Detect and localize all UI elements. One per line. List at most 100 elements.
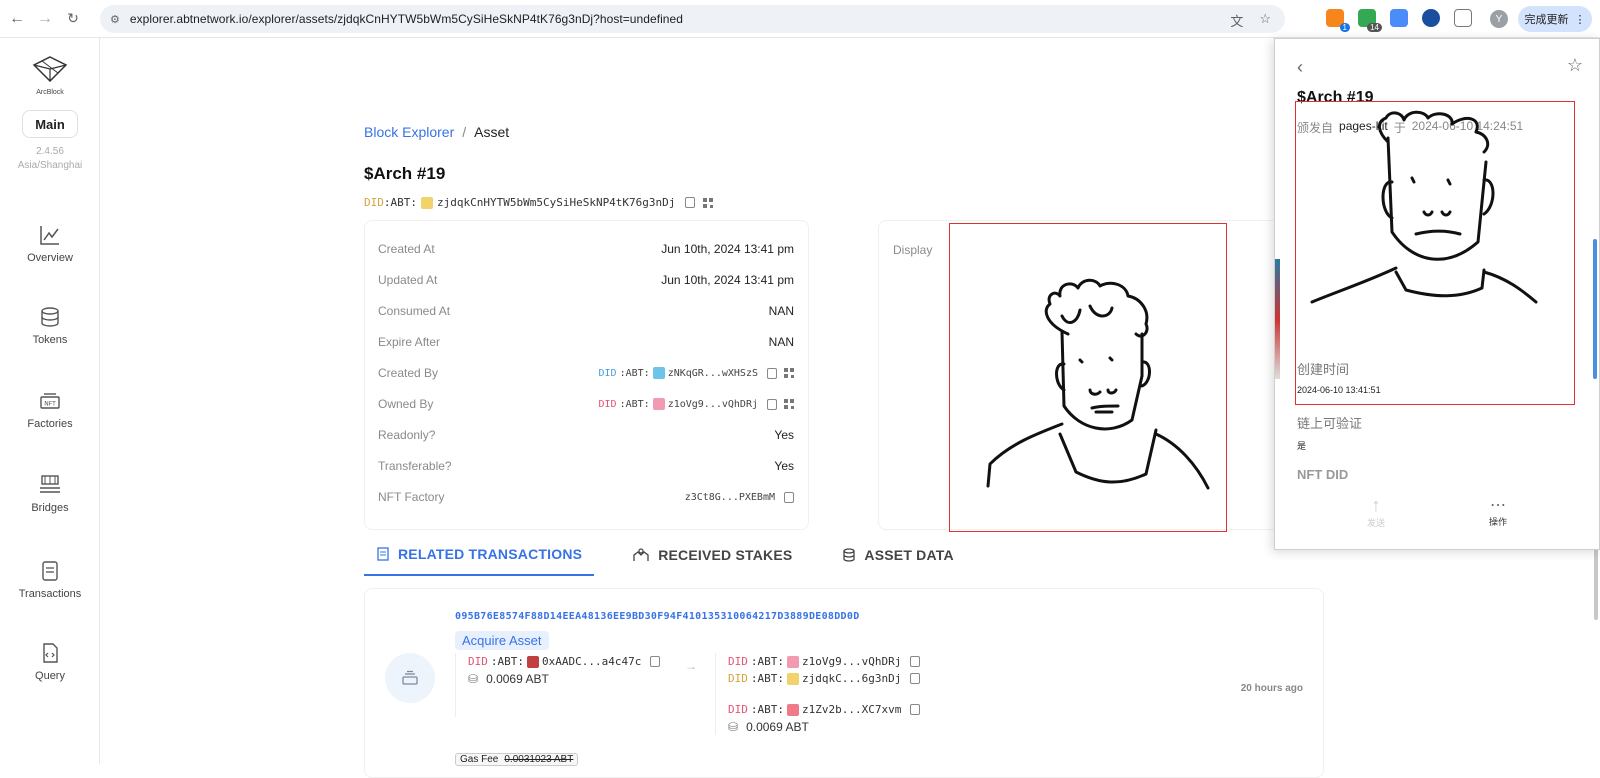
- extensions-tray: 1 14: [1326, 9, 1472, 32]
- profile-avatar[interactable]: Y: [1490, 10, 1508, 28]
- breadcrumb-current: Asset: [474, 124, 510, 140]
- wallet-extension-icon[interactable]: 14: [1358, 9, 1382, 32]
- svg-text:NFT: NFT: [44, 401, 56, 408]
- send-button[interactable]: ↑ 发送: [1367, 495, 1385, 529]
- qr-code-icon[interactable]: [784, 399, 794, 409]
- copy-icon[interactable]: [910, 704, 921, 715]
- verifiable-value: 是: [1297, 441, 1307, 451]
- did-avatar-icon: [787, 703, 799, 716]
- detail-row-consumed-at: Consumed At NAN: [378, 304, 794, 318]
- transaction-time: 20 hours ago: [1240, 683, 1303, 694]
- sidebar-item-bridges[interactable]: Bridges: [0, 474, 100, 514]
- sender-address[interactable]: 0xAADC...a4c47c: [542, 655, 641, 668]
- more-dots-icon: ⋯: [1489, 497, 1506, 514]
- created-time-value: 2024-06-10 13:41:51: [1297, 385, 1381, 395]
- sidebar-item-query[interactable]: Query: [0, 642, 100, 682]
- arrow-up-icon: ↑: [1371, 495, 1381, 515]
- did-chain: :ABT:: [383, 196, 417, 209]
- factory-address[interactable]: z3Ct8G...PXEBmM: [685, 492, 775, 503]
- popup-scrollbar[interactable]: [1593, 239, 1597, 379]
- detail-row-created-at: Created At Jun 10th, 2024 13:41 pm: [378, 242, 794, 256]
- did-avatar-icon: [652, 367, 665, 379]
- update-button[interactable]: 完成更新 ⋮: [1518, 6, 1592, 32]
- copy-icon[interactable]: [910, 673, 921, 684]
- chart-line-icon: [40, 226, 59, 245]
- receipt-icon: [377, 547, 389, 561]
- tab-received-stakes[interactable]: RECEIVED STAKES: [620, 544, 804, 576]
- did-avatar-icon: [787, 672, 799, 685]
- browser-toolbar: ← → ↻ ⚙ explorer.abtnetwork.io/explorer/…: [0, 0, 1600, 38]
- back-arrow-icon[interactable]: ←: [6, 8, 28, 30]
- sidebar-item-label: Query: [35, 670, 65, 682]
- verifiable-label: 链上可验证: [1297, 416, 1363, 431]
- creator-did[interactable]: zNKqGR...wXHSzS: [668, 368, 758, 379]
- receiver-address[interactable]: z1oVg9...vQhDRj: [802, 655, 901, 668]
- sidebar-item-tokens[interactable]: Tokens: [0, 306, 100, 346]
- receiver-address[interactable]: z1Zv2b...XC7xvm: [802, 703, 901, 716]
- asset-did: DID:ABT: zjdqkCnHYTW5bWm5CySiHeSkNP4tK76…: [364, 196, 714, 209]
- nft-image[interactable]: [949, 223, 1227, 532]
- kebab-menu-icon: ⋮: [1574, 13, 1586, 26]
- url-text[interactable]: explorer.abtnetwork.io/explorer/assets/z…: [130, 12, 683, 26]
- arcblock-logo[interactable]: ArcBlock: [28, 56, 72, 96]
- transaction-sender: DID:ABT: 0xAADC...a4c47c ⛁ 0.0069 ABT: [455, 653, 665, 717]
- page-title: $Arch #19: [364, 164, 446, 183]
- receiver-address[interactable]: zjdqkC...6g3nDj: [802, 672, 901, 685]
- copy-icon[interactable]: [767, 398, 777, 410]
- did-avatar-icon: [527, 655, 539, 668]
- detail-row-owned-by: Owned By DID:ABT: z1oVg9...vQhDRj: [378, 394, 794, 414]
- qr-code-icon[interactable]: [784, 368, 794, 378]
- did-chain: :ABT:: [619, 367, 650, 379]
- transaction-type-badge: Acquire Asset: [455, 631, 549, 650]
- qr-code-icon[interactable]: [703, 197, 714, 208]
- breadcrumb-root-link[interactable]: Block Explorer: [364, 124, 454, 140]
- sidebar-item-overview[interactable]: Overview: [0, 224, 100, 264]
- owner-did[interactable]: z1oVg9...vQhDRj: [668, 399, 758, 410]
- bookmark-star-icon[interactable]: ☆: [1259, 11, 1271, 30]
- copy-icon[interactable]: [910, 656, 921, 667]
- window-extension-icon[interactable]: [1390, 9, 1408, 27]
- copy-icon[interactable]: [650, 656, 661, 667]
- actions-button[interactable]: ⋯ 操作: [1489, 495, 1507, 529]
- asset-display-card: Display: [878, 220, 1320, 532]
- tab-asset-data[interactable]: ASSET DATA: [830, 544, 965, 576]
- forward-arrow-icon[interactable]: →: [34, 8, 56, 30]
- did-avatar-icon: [787, 655, 799, 668]
- tab-related-transactions[interactable]: RELATED TRANSACTIONS: [364, 544, 595, 576]
- sidebar-item-label: Bridges: [31, 502, 69, 514]
- puzzle-extensions-icon[interactable]: [1454, 9, 1472, 27]
- asset-details-card: Created At Jun 10th, 2024 13:41 pm Updat…: [364, 220, 809, 530]
- detail-row-nft-factory: NFT Factory z3Ct8G...PXEBmM: [378, 487, 794, 507]
- transaction-receivers: DID:ABT: z1oVg9...vQhDRj DID:ABT: zjdqkC…: [715, 653, 975, 735]
- code-file-icon: [43, 643, 58, 663]
- chain-selector[interactable]: Main: [22, 110, 78, 138]
- database-icon: [843, 548, 856, 562]
- transaction-hash-link[interactable]: 095B76E8574F88D14EEA48136EE9BD30F94F4101…: [455, 611, 860, 622]
- did-prefix: DID: [598, 398, 617, 410]
- address-bar[interactable]: ⚙ explorer.abtnetwork.io/explorer/assets…: [100, 5, 1285, 33]
- did-avatar-icon: [652, 398, 665, 410]
- reload-icon[interactable]: ↻: [62, 8, 84, 30]
- translate-icon[interactable]: 文: [1230, 11, 1243, 30]
- site-info-icon[interactable]: ⚙: [110, 13, 120, 26]
- did-avatar-icon: [421, 196, 433, 209]
- background-image-edge: [1275, 259, 1280, 379]
- sidebar-item-factories[interactable]: NFT Factories: [0, 390, 100, 430]
- created-time-label: 创建时间: [1297, 362, 1350, 377]
- coins-icon: ⛁: [468, 671, 479, 686]
- check-extension-icon[interactable]: [1422, 9, 1440, 27]
- version-text: 2.4.56: [36, 146, 64, 157]
- copy-icon[interactable]: [685, 197, 696, 208]
- favorite-star-icon[interactable]: ☆: [1567, 55, 1583, 76]
- detail-row-created-by: Created By DID:ABT: zNKqGR...wXHSzS: [378, 363, 794, 383]
- copy-icon[interactable]: [784, 491, 794, 503]
- copy-icon[interactable]: [767, 367, 777, 379]
- sidebar-item-transactions[interactable]: Transactions: [0, 560, 100, 600]
- gas-fee-badge: Gas Fee 0.0031023 ABT: [455, 753, 579, 766]
- chevron-left-icon[interactable]: ‹: [1297, 57, 1303, 78]
- did-value[interactable]: zjdqkCnHYTW5bWm5CySiHeSkNP4tK76g3nDj: [437, 196, 675, 209]
- logo-text: ArcBlock: [36, 89, 64, 96]
- stack-icon: [402, 670, 418, 685]
- stake-hands-icon: [633, 548, 649, 561]
- metamask-extension-icon[interactable]: 1: [1326, 9, 1350, 32]
